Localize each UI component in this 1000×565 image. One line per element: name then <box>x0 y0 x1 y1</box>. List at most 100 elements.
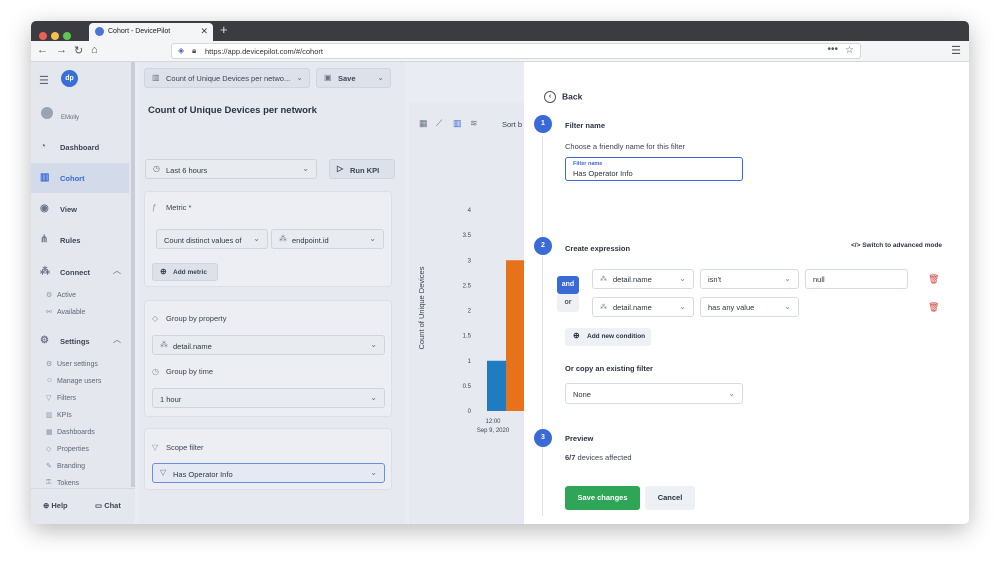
filter-name-input[interactable]: Filter name Has Operator Info <box>565 157 743 181</box>
save-changes-button[interactable]: Save changes <box>565 486 640 510</box>
group-by-time-select[interactable]: 1 hour ⌄ <box>152 388 385 408</box>
devicepilot-logo[interactable]: dp <box>61 70 78 87</box>
new-tab-button[interactable]: + <box>220 22 228 37</box>
metric-card: ƒ Metric * Count distinct values of ⌄ ⁂ e… <box>144 191 392 287</box>
close-window-button[interactable] <box>39 32 47 40</box>
sidebar-subitem-label: Branding <box>57 463 86 470</box>
chart-panel: ▦ ⟋ ▥ ≋ Sort b 0 0.5 1 1.5 2 2.5 3 3.5 4 Count o… <box>409 102 544 524</box>
sidebar-item-view[interactable]: ◉ View <box>31 194 129 224</box>
add-new-condition-button[interactable]: ⊕ Add new condition <box>565 328 651 346</box>
sidebar-subitem-kpis[interactable]: ▥ KPIs <box>31 408 129 424</box>
back-button[interactable]: ‹ Back <box>544 91 582 103</box>
scope-filter-select[interactable]: ▽ Has Operator Info ⌄ <box>152 463 385 483</box>
condition-1-value-input[interactable]: null <box>805 269 908 289</box>
save-kpi-button[interactable]: ▣ Save ⌄ <box>316 68 391 88</box>
function-icon: ƒ <box>152 203 157 212</box>
back-arrow-icon[interactable]: ← <box>37 44 48 56</box>
group-by-property-select[interactable]: ⁂ detail.name ⌄ <box>152 335 385 355</box>
add-metric-button[interactable]: ⊕ Add metric <box>152 263 218 281</box>
condition-2-operator-select[interactable]: has any value ⌄ <box>700 297 799 317</box>
y-tick-label: 2.5 <box>463 283 472 289</box>
sidebar-subitem-branding[interactable]: ✎ Branding <box>31 459 129 475</box>
sidebar-item-cohort[interactable]: ▥ Cohort <box>31 163 129 193</box>
more-actions-icon[interactable]: ••• <box>827 44 838 55</box>
or-toggle[interactable]: or <box>557 294 579 312</box>
switch-advanced-mode-button[interactable]: </> Switch to advanced mode <box>851 242 942 249</box>
chart-icon: ▥ <box>46 412 53 419</box>
bar-chart-icon: ▥ <box>152 73 160 82</box>
clock-icon: ◷ <box>152 367 159 376</box>
browser-tab[interactable]: Cohort - DevicePilot ✕ <box>89 23 213 41</box>
metric-aggregation-select[interactable]: Count distinct values of ⌄ <box>156 229 268 249</box>
and-toggle[interactable]: and <box>557 276 579 294</box>
minimize-window-button[interactable] <box>51 32 59 40</box>
chevron-down-icon[interactable]: ⌄ <box>377 73 384 82</box>
cancel-button[interactable]: Cancel <box>645 486 695 510</box>
chat-button[interactable]: ▭ Chat <box>95 501 121 510</box>
filter-name-input-label: Filter name <box>573 161 603 167</box>
metric-label: ƒ Metric * <box>152 203 191 212</box>
sidebar-subitem-properties[interactable]: ◇ Properties <box>31 442 129 458</box>
chevron-down-icon: ⌄ <box>370 393 377 402</box>
address-bar[interactable]: ◈ 🔒︎ https://app.devicepilot.com/#/cohor… <box>171 43 861 59</box>
sidebar-subitem-active[interactable]: ⚙ Active <box>31 288 129 304</box>
condition-1-field-select[interactable]: ⁂ detail.name ⌄ <box>592 269 694 289</box>
line-chart-icon[interactable]: ⟋ <box>436 118 442 129</box>
funnel-icon: ▽ <box>160 468 167 477</box>
funnel-icon: ▽ <box>46 395 52 402</box>
delete-condition-2-icon[interactable]: 🗑︎ <box>928 302 939 313</box>
time-range-select[interactable]: ◷ Last 6 hours ⌄ <box>145 159 317 179</box>
kpi-editor: ▥ Count of Unique Devices per netwo... ⌄… <box>139 62 405 524</box>
waveform-icon: ⁂ <box>160 340 168 349</box>
sidebar-item-dashboard[interactable]: ◔ Dashboard <box>31 132 129 162</box>
sidebar-subitem-label: Manage users <box>57 378 102 385</box>
close-tab-icon[interactable]: ✕ <box>200 26 208 37</box>
sidebar: ☰ dp EMolly ◔ Dashboard ▥ Cohort ◉ View … <box>31 62 135 524</box>
copy-filter-select[interactable]: None ⌄ <box>565 383 743 404</box>
sidebar-subitem-dashboards[interactable]: ▦ Dashboards <box>31 425 129 441</box>
table-view-icon[interactable]: ▦ <box>419 118 428 129</box>
network-icon: ⁂ <box>40 266 50 277</box>
sidebar-item-label: Cohort <box>60 174 85 183</box>
sidebar-subitem-manage-users[interactable]: ☺ Manage users <box>31 374 129 390</box>
sort-by-label[interactable]: Sort b <box>502 120 522 129</box>
sidebar-subitem-user-settings[interactable]: ⚙ User settings <box>31 357 129 373</box>
browser-tab-bar: Cohort - DevicePilot ✕ + <box>31 21 969 41</box>
user-avatar[interactable] <box>41 107 53 119</box>
help-button[interactable]: ⊕ Help <box>43 501 68 510</box>
gear-icon: ⚙ <box>46 361 53 368</box>
filter-editor-panel: ‹ Back 1 Filter name Choose a friendly na… <box>524 62 969 524</box>
sidebar-item-settings[interactable]: ⚙ Settings ︿ <box>31 326 129 356</box>
browser-menu-icon[interactable]: ☰ <box>951 44 961 57</box>
bar-series-1[interactable] <box>487 360 506 411</box>
home-icon[interactable]: ⌂ <box>91 44 98 56</box>
maximize-window-button[interactable] <box>63 32 71 40</box>
bookmark-star-icon[interactable]: ☆ <box>845 45 854 56</box>
sidebar-item-rules[interactable]: ⋔ Rules <box>31 225 129 255</box>
x-tick-label: 12:00 <box>485 419 501 425</box>
kpi-select[interactable]: ▥ Count of Unique Devices per netwo... ⌄ <box>144 68 310 88</box>
delete-condition-1-icon[interactable]: 🗑︎ <box>928 274 939 285</box>
grid-icon: ▦ <box>46 429 53 436</box>
grouping-card: ◇ Group by property ⁂ detail.name ⌄ ◷ Grou… <box>144 300 392 417</box>
y-tick-label: 0.5 <box>463 384 472 390</box>
sidebar-subitem-available[interactable]: ⚯ Available <box>31 305 129 321</box>
stack-layers-icon[interactable]: ≋ <box>470 118 478 129</box>
bar-chart-icon[interactable]: ▥ <box>453 118 462 129</box>
help-label: Help <box>51 501 68 510</box>
bar-series-2[interactable] <box>506 260 525 411</box>
sidebar-scrollbar[interactable] <box>131 62 135 487</box>
forward-arrow-icon[interactable]: → <box>56 44 67 56</box>
sidebar-item-label: Connect <box>60 268 90 277</box>
chevron-down-icon: ⌄ <box>784 274 791 283</box>
condition-2-field-select[interactable]: ⁂ detail.name ⌄ <box>592 297 694 317</box>
reload-icon[interactable]: ↻ <box>74 44 83 57</box>
hamburger-menu-icon[interactable]: ☰ <box>39 74 49 87</box>
sidebar-subitem-filters[interactable]: ▽ Filters <box>31 391 129 407</box>
sidebar-item-connect[interactable]: ⁂ Connect ︿ <box>31 257 129 287</box>
run-kpi-button[interactable]: ▷ Run KPI <box>329 159 395 179</box>
step-number-1: 1 <box>534 115 552 133</box>
condition-1-operator-select[interactable]: isn't ⌄ <box>700 269 799 289</box>
chevron-down-icon: ⌄ <box>728 389 735 398</box>
metric-field-select[interactable]: ⁂ endpoint.id ⌄ <box>271 229 384 249</box>
